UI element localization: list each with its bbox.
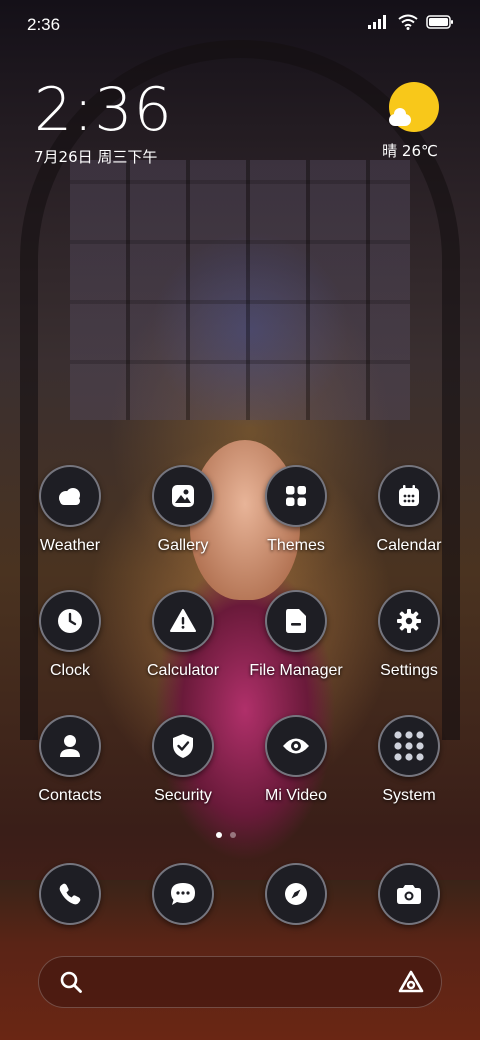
app-mi-video[interactable]: Mi Video xyxy=(241,715,351,805)
dock-messaging[interactable] xyxy=(128,863,238,925)
dock-browser[interactable] xyxy=(241,863,351,925)
assistant-icon[interactable] xyxy=(397,970,425,998)
app-label: Mi Video xyxy=(265,787,327,804)
app-gallery[interactable]: Gallery xyxy=(128,465,238,555)
clock-icon xyxy=(39,590,101,652)
app-label: Settings xyxy=(380,662,438,679)
wallpaper-stained-glass xyxy=(70,160,410,420)
gallery-icon xyxy=(152,465,214,527)
calendar-icon xyxy=(378,465,440,527)
app-system-folder[interactable]: System xyxy=(354,715,464,805)
app-label: System xyxy=(382,787,436,804)
camera-icon xyxy=(378,863,440,925)
weather-cloud-icon xyxy=(39,465,101,527)
phone-icon xyxy=(39,863,101,925)
contacts-icon xyxy=(39,715,101,777)
weather-widget[interactable]: 晴 26℃ xyxy=(382,82,444,161)
browser-compass-icon xyxy=(265,863,327,925)
sunny-partly-cloudy-icon xyxy=(389,82,439,132)
app-calculator[interactable]: Calculator xyxy=(128,590,238,680)
app-label: Weather xyxy=(39,537,101,554)
app-file-manager[interactable]: File Manager xyxy=(241,590,351,680)
app-label: Calendar xyxy=(376,537,442,554)
status-icons xyxy=(368,14,454,30)
file-manager-icon xyxy=(265,590,327,652)
video-eye-icon xyxy=(265,715,327,777)
app-label: Gallery xyxy=(157,537,209,554)
dock-camera[interactable] xyxy=(354,863,464,925)
app-contacts[interactable]: Contacts xyxy=(15,715,125,805)
status-time: 2:36 xyxy=(27,15,61,34)
folder-grid-icon xyxy=(378,715,440,777)
app-clock[interactable]: Clock xyxy=(15,590,125,680)
wifi-icon xyxy=(398,14,418,30)
dock-phone[interactable] xyxy=(15,863,125,925)
gear-icon xyxy=(378,590,440,652)
app-label: Security xyxy=(154,787,212,804)
search-icon[interactable] xyxy=(59,970,83,998)
app-label: Contacts xyxy=(38,787,102,804)
themes-icon xyxy=(265,465,327,527)
clock-time: 2:36 xyxy=(34,75,173,145)
security-shield-icon xyxy=(152,715,214,777)
app-security[interactable]: Security xyxy=(128,715,238,805)
status-bar: 2:36 xyxy=(0,0,480,50)
page-dot-1[interactable] xyxy=(216,832,222,838)
app-label: File Manager xyxy=(249,662,343,679)
signal-icon xyxy=(368,15,386,29)
page-dot-2[interactable] xyxy=(230,832,236,838)
app-label: Themes xyxy=(267,537,325,554)
messaging-icon xyxy=(152,863,214,925)
weather-text: 晴 26℃ xyxy=(382,142,438,160)
app-settings[interactable]: Settings xyxy=(354,590,464,680)
page-indicator[interactable] xyxy=(216,832,236,838)
home-screen: 2:36 2:36 7月26日 周三下午 晴 26℃ Weather Galle… xyxy=(0,0,480,1040)
calculator-warning-icon xyxy=(152,590,214,652)
app-weather[interactable]: Weather xyxy=(15,465,125,555)
clock-widget[interactable]: 2:36 7月26日 周三下午 xyxy=(34,78,173,167)
search-bar[interactable] xyxy=(38,956,442,1008)
app-label: Clock xyxy=(49,662,90,679)
clock-date: 7月26日 周三下午 xyxy=(34,148,158,166)
app-themes[interactable]: Themes xyxy=(241,465,351,555)
app-calendar[interactable]: Calendar xyxy=(354,465,464,555)
app-label: Calculator xyxy=(146,662,220,679)
battery-icon xyxy=(426,15,453,29)
